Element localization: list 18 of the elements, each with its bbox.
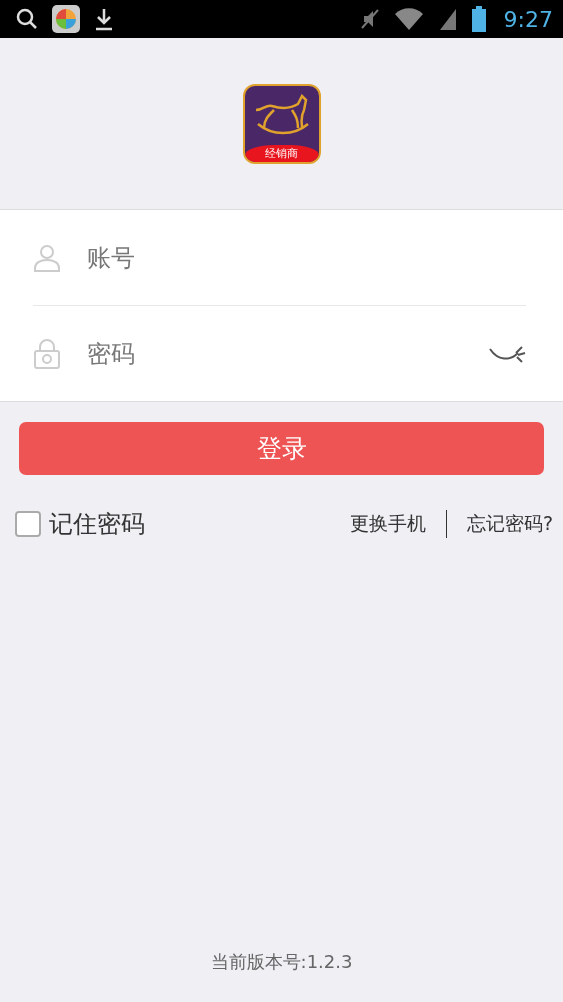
signal-icon	[437, 7, 458, 31]
remember-checkbox[interactable]	[15, 511, 41, 537]
lock-icon	[33, 338, 61, 369]
password-field[interactable]: 密码	[85, 338, 464, 369]
search-icon	[16, 8, 38, 30]
remember-label: 记住密码	[49, 509, 145, 540]
mute-icon	[359, 8, 380, 30]
version-text: 当前版本号:1.2.3	[210, 950, 353, 974]
wifi-icon	[393, 7, 424, 31]
app-store-icon	[52, 5, 80, 33]
battery-icon	[471, 6, 486, 32]
account-field[interactable]: 账号	[85, 242, 526, 273]
logo-caption: 经销商	[244, 144, 319, 162]
user-icon	[33, 243, 61, 272]
download-icon	[94, 7, 114, 31]
clock-time: 9:27	[503, 6, 553, 32]
text-link[interactable]: 更换手机	[349, 511, 426, 537]
text-link[interactable]: 忘记密码?	[466, 511, 553, 537]
